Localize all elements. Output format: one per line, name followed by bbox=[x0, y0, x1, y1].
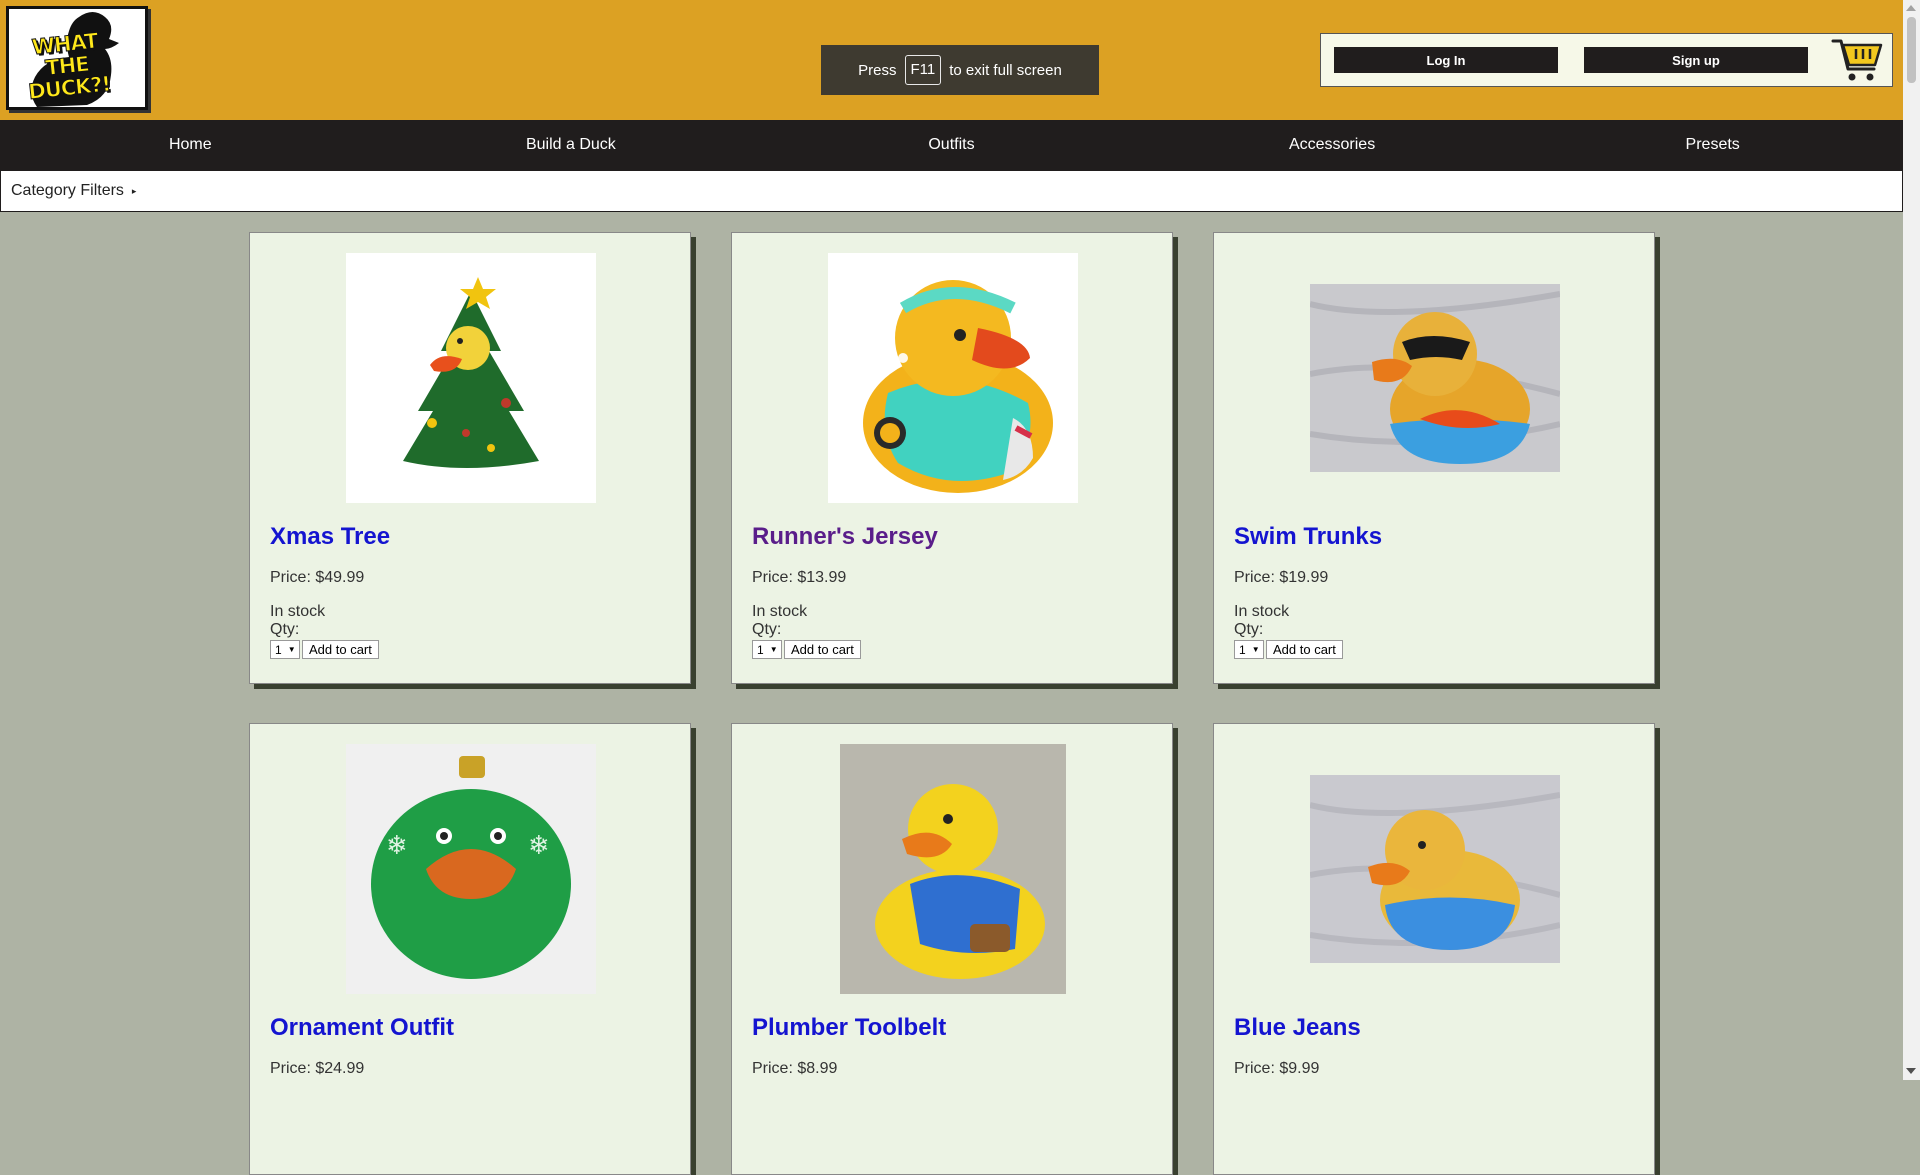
swim-duck-icon bbox=[1310, 284, 1560, 472]
qty-select[interactable]: 1 ▼ bbox=[270, 640, 300, 659]
f11-key: F11 bbox=[904, 55, 942, 85]
product-title[interactable]: Ornament Outfit bbox=[270, 1014, 454, 1042]
cart-controls: 1 ▼ Add to cart bbox=[270, 640, 379, 659]
product-title[interactable]: Plumber Toolbelt bbox=[752, 1014, 946, 1042]
qty-select[interactable]: 1 ▼ bbox=[1234, 640, 1264, 659]
auth-panel: Log In Sign up bbox=[1320, 33, 1893, 87]
main-nav: Home Build a Duck Outfits Accessories Pr… bbox=[0, 120, 1903, 170]
chevron-down-icon: ▼ bbox=[1251, 645, 1260, 654]
login-button[interactable]: Log In bbox=[1334, 47, 1558, 73]
nav-build-a-duck[interactable]: Build a Duck bbox=[381, 120, 762, 170]
logo-text: WHAT THE DUCK?! bbox=[27, 28, 112, 105]
signup-button[interactable]: Sign up bbox=[1584, 47, 1808, 73]
product-price: Price: $49.99 bbox=[270, 569, 365, 586]
stock-and-qty-label: In stock Qty: bbox=[1234, 603, 1289, 639]
add-to-cart-button[interactable]: Add to cart bbox=[1266, 640, 1343, 659]
qty-select[interactable]: 1 ▼ bbox=[752, 640, 782, 659]
stock-status: In stock bbox=[752, 603, 808, 620]
svg-text:❄: ❄ bbox=[528, 831, 550, 861]
product-image[interactable] bbox=[1310, 744, 1560, 994]
qty-value: 1 bbox=[275, 642, 282, 657]
triangle-right-icon: ▸ bbox=[131, 185, 137, 196]
christmas-tree-duck-icon bbox=[403, 277, 539, 468]
stock-status: In stock bbox=[1234, 603, 1290, 620]
site-logo[interactable]: WHAT THE DUCK?! bbox=[6, 6, 148, 110]
runner-duck-icon bbox=[863, 280, 1053, 493]
nav-accessories[interactable]: Accessories bbox=[1142, 120, 1523, 170]
stock-status: In stock bbox=[270, 603, 326, 620]
add-to-cart-button[interactable]: Add to cart bbox=[784, 640, 861, 659]
product-card: Plumber Toolbelt Price: $8.99 bbox=[731, 723, 1173, 1175]
product-price: Price: $8.99 bbox=[752, 1060, 838, 1077]
cart-controls: 1 ▼ Add to cart bbox=[1234, 640, 1343, 659]
category-filters-label: Category Filters bbox=[11, 182, 124, 199]
shopping-cart-icon[interactable] bbox=[1830, 35, 1886, 90]
qty-value: 1 bbox=[1239, 642, 1246, 657]
product-title[interactable]: Runner's Jersey bbox=[752, 523, 938, 551]
product-card: Runner's Jersey Price: $13.99 In stock Q… bbox=[731, 232, 1173, 684]
qty-label: Qty: bbox=[752, 621, 782, 638]
qty-value: 1 bbox=[757, 642, 764, 657]
product-card: Xmas Tree Price: $49.99 In stock Qty: 1 … bbox=[249, 232, 691, 684]
product-title[interactable]: Swim Trunks bbox=[1234, 523, 1382, 551]
add-to-cart-button[interactable]: Add to cart bbox=[302, 640, 379, 659]
product-image[interactable] bbox=[346, 253, 596, 503]
product-title[interactable]: Blue Jeans bbox=[1234, 1014, 1361, 1042]
site-header: WHAT THE DUCK?! Press F11 to exit full s… bbox=[0, 0, 1903, 120]
product-image[interactable] bbox=[828, 744, 1078, 994]
category-filters-toggle[interactable]: Category Filters ▸ bbox=[0, 170, 1903, 212]
ornament-duck-icon: ❄ ❄ bbox=[346, 744, 596, 994]
jeans-duck-icon bbox=[1310, 775, 1560, 963]
scroll-up-arrow-icon[interactable] bbox=[1906, 5, 1916, 11]
scroll-thumb[interactable] bbox=[1907, 17, 1916, 83]
product-image[interactable] bbox=[1310, 253, 1560, 503]
plumber-duck-icon bbox=[840, 744, 1066, 994]
qty-label: Qty: bbox=[270, 621, 300, 638]
product-price: Price: $9.99 bbox=[1234, 1060, 1320, 1077]
qty-label: Qty: bbox=[1234, 621, 1264, 638]
product-card: Swim Trunks Price: $19.99 In stock Qty: … bbox=[1213, 232, 1655, 684]
stock-and-qty-label: In stock Qty: bbox=[270, 603, 325, 639]
scroll-down-arrow-icon[interactable] bbox=[1906, 1068, 1916, 1074]
product-price: Price: $24.99 bbox=[270, 1060, 365, 1077]
stock-and-qty-label: In stock Qty: bbox=[752, 603, 807, 639]
nav-presets[interactable]: Presets bbox=[1522, 120, 1903, 170]
fullscreen-rest-text: to exit full screen bbox=[949, 61, 1062, 79]
svg-text:❄: ❄ bbox=[386, 831, 408, 861]
product-card: Blue Jeans Price: $9.99 bbox=[1213, 723, 1655, 1175]
product-card: ❄ ❄ Ornament Outfit Price: $24.99 bbox=[249, 723, 691, 1175]
fullscreen-notice: Press F11 to exit full screen bbox=[821, 45, 1099, 95]
nav-home[interactable]: Home bbox=[0, 120, 381, 170]
fullscreen-press-text: Press bbox=[858, 61, 897, 79]
product-image[interactable] bbox=[828, 253, 1078, 503]
cart-controls: 1 ▼ Add to cart bbox=[752, 640, 861, 659]
product-price: Price: $19.99 bbox=[1234, 569, 1329, 586]
chevron-down-icon: ▼ bbox=[769, 645, 778, 654]
product-price: Price: $13.99 bbox=[752, 569, 847, 586]
product-image[interactable]: ❄ ❄ bbox=[346, 744, 596, 994]
nav-outfits[interactable]: Outfits bbox=[761, 120, 1142, 170]
page-scrollbar[interactable] bbox=[1903, 0, 1920, 1080]
chevron-down-icon: ▼ bbox=[287, 645, 296, 654]
product-title[interactable]: Xmas Tree bbox=[270, 523, 390, 551]
